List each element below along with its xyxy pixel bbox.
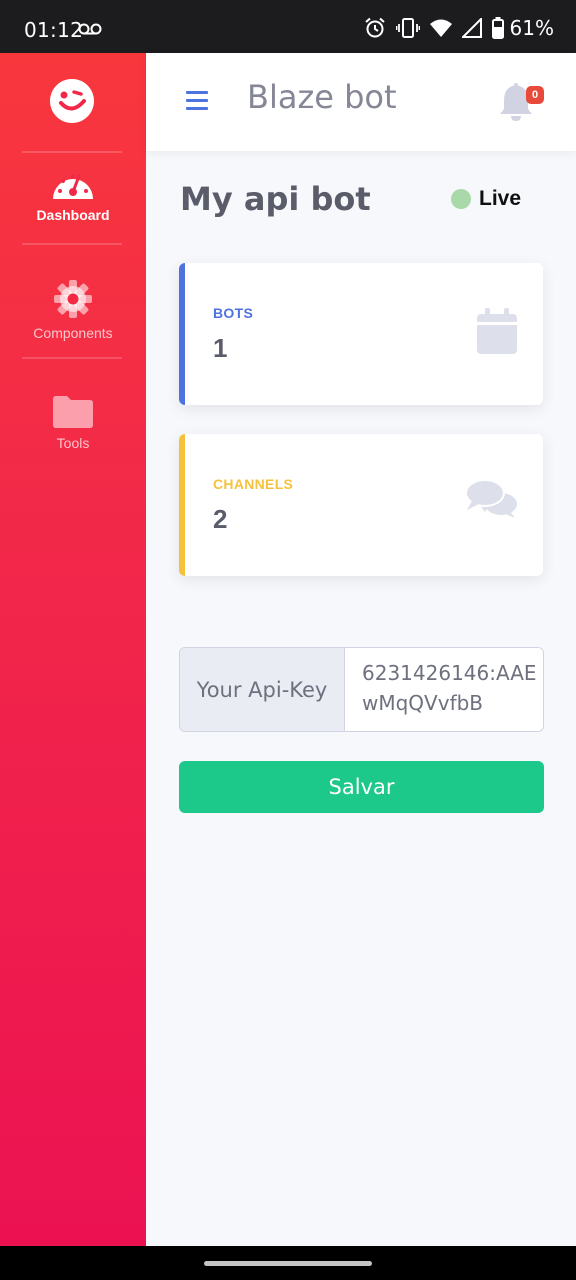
sidebar-item-label: Components bbox=[33, 325, 113, 341]
brand-logo-icon[interactable] bbox=[50, 79, 94, 123]
sidebar-divider bbox=[22, 151, 122, 153]
comments-icon bbox=[465, 479, 517, 518]
card-label: CHANNELS bbox=[213, 476, 294, 492]
sidebar-item-tools[interactable]: Tools bbox=[0, 395, 146, 495]
topbar: Blaze bot 0 bbox=[146, 53, 576, 151]
system-nav-bar bbox=[0, 1246, 576, 1280]
status-text: Live bbox=[479, 187, 522, 210]
sidebar-item-label: Dashboard bbox=[36, 207, 110, 223]
page-title: My api bot bbox=[180, 180, 371, 218]
card-accent bbox=[179, 434, 185, 576]
calendar-icon bbox=[477, 308, 517, 354]
api-key-input-group: Your Api-Key 6231426146:AAEwMqQVvfbB bbox=[179, 647, 544, 732]
wifi-icon bbox=[429, 19, 452, 37]
alarm-icon bbox=[364, 17, 385, 38]
cog-icon bbox=[54, 280, 92, 318]
voicemail-icon bbox=[78, 23, 102, 35]
card-value: 1 bbox=[213, 333, 228, 363]
app-title: Blaze bot bbox=[247, 78, 397, 116]
sidebar: Dashboard Components Tools bbox=[0, 53, 146, 1246]
status-bar: 01:12 61% bbox=[0, 0, 576, 53]
status-time: 01:12 bbox=[24, 18, 84, 42]
api-key-input[interactable]: 6231426146:AAEwMqQVvfbB bbox=[346, 648, 543, 731]
sidebar-item-dashboard[interactable]: Dashboard bbox=[0, 165, 146, 265]
card-accent bbox=[179, 263, 185, 405]
sidebar-divider bbox=[22, 357, 122, 359]
sidebar-divider bbox=[22, 243, 122, 245]
api-key-label: Your Api-Key bbox=[180, 648, 345, 731]
folder-icon bbox=[53, 396, 93, 428]
hamburger-menu-icon[interactable] bbox=[186, 91, 208, 111]
notification-badge: 0 bbox=[526, 86, 544, 104]
bots-card: BOTS 1 bbox=[179, 263, 543, 405]
card-value: 2 bbox=[213, 504, 228, 534]
save-button[interactable]: Salvar bbox=[179, 761, 544, 813]
tachometer-icon bbox=[53, 174, 93, 199]
home-indicator[interactable] bbox=[204, 1261, 372, 1266]
status-dot bbox=[451, 189, 471, 209]
sidebar-item-label: Tools bbox=[56, 435, 90, 451]
status-indicator: Live bbox=[451, 187, 521, 211]
card-label: BOTS bbox=[213, 305, 254, 321]
battery-percent: 61% bbox=[509, 16, 554, 40]
vibrate-icon bbox=[395, 18, 420, 38]
sidebar-item-components[interactable]: Components bbox=[0, 279, 146, 379]
channels-card: CHANNELS 2 bbox=[179, 434, 543, 576]
signal-icon bbox=[461, 18, 482, 38]
battery-icon bbox=[491, 17, 504, 39]
